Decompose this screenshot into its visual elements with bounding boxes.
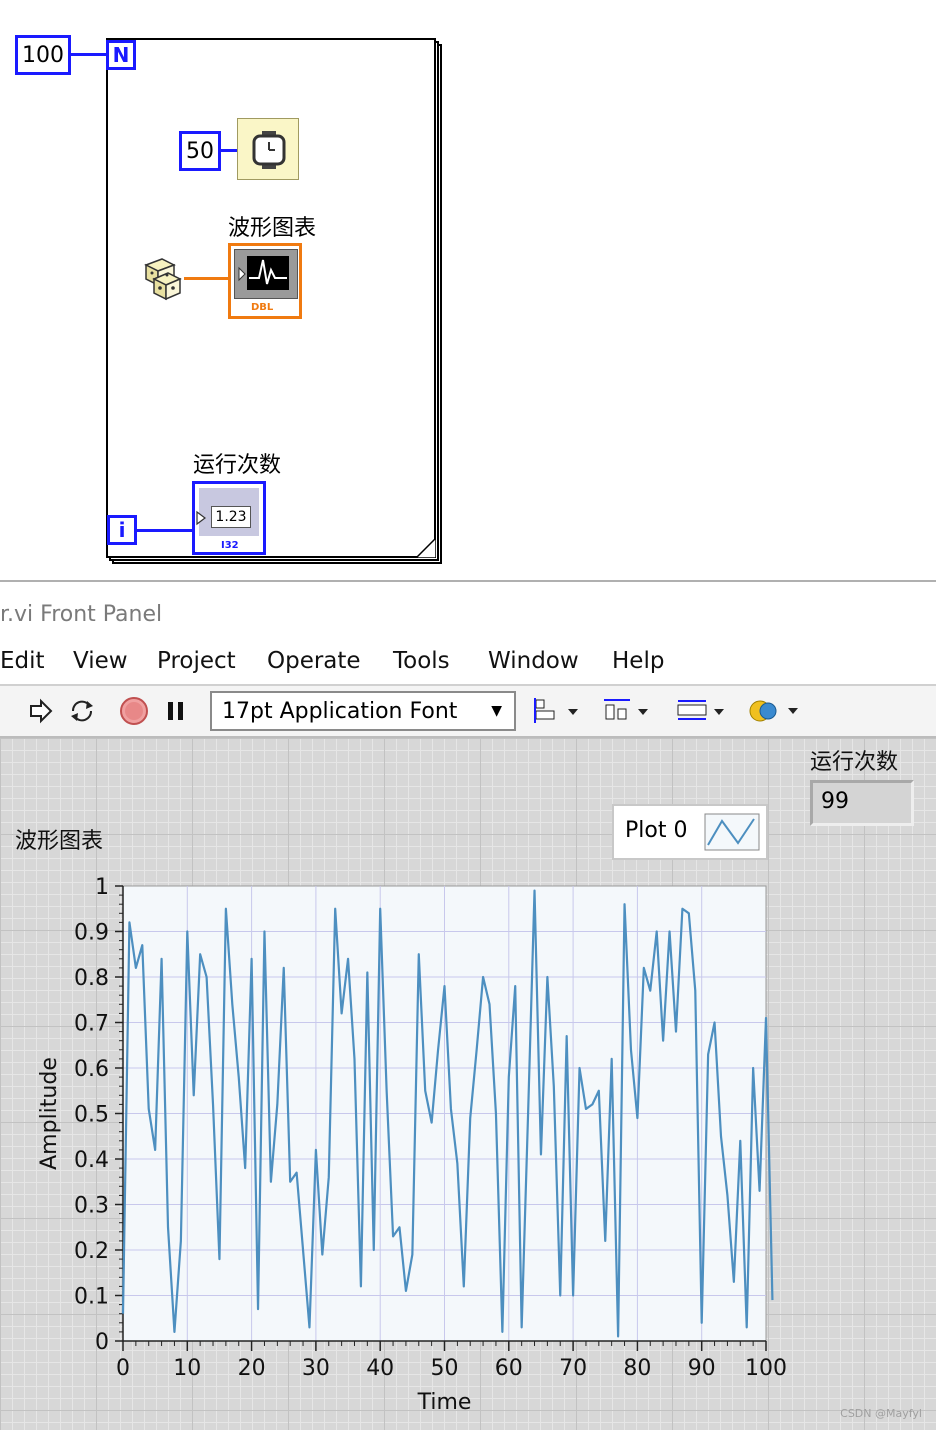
toolbar: 17pt Application Font ▼	[0, 686, 936, 738]
align-objects-button[interactable]	[534, 696, 580, 726]
font-selector-value: 17pt Application Font	[222, 698, 458, 724]
x-tick-label: 20	[238, 1356, 266, 1381]
distribute-objects-icon	[604, 699, 648, 720]
menu-bar: Edit View Project Operate Tools Window H…	[0, 642, 936, 686]
y-tick-label: 0.5	[74, 1103, 109, 1128]
resize-objects-button[interactable]	[676, 696, 726, 726]
distribute-objects-button[interactable]	[604, 696, 650, 726]
legend-plot-style-icon	[704, 813, 760, 851]
waveform-chart-icon	[238, 256, 289, 290]
random-number-dice-icon[interactable]	[140, 255, 186, 301]
y-tick-label: 0.4	[74, 1148, 109, 1173]
x-tick-label: 30	[302, 1356, 330, 1381]
x-tick-label: 70	[559, 1356, 587, 1381]
iteration-wire	[137, 529, 193, 532]
chart-terminal-screen	[234, 249, 298, 299]
menu-help[interactable]: Help	[612, 648, 664, 674]
run-continuously-button[interactable]	[66, 696, 98, 726]
loop-resize-corner-icon[interactable]	[416, 538, 436, 558]
terminal-input-arrow-icon	[196, 510, 206, 526]
resize-objects-icon	[677, 700, 724, 720]
loop-count-constant[interactable]: 100	[15, 35, 71, 75]
wait-ms-wire	[221, 149, 238, 152]
chart-terminal-label: 波形图表	[228, 216, 317, 241]
loop-count-terminal[interactable]: N	[106, 40, 136, 70]
watch-icon	[252, 131, 286, 169]
y-axis-label: Amplitude	[37, 1057, 62, 1170]
y-tick-label: 0.7	[74, 1012, 109, 1037]
waveform-chart-terminal[interactable]: DBL	[228, 243, 302, 319]
x-tick-label: 80	[623, 1356, 651, 1381]
y-tick-label: 1	[95, 875, 109, 900]
legend-plot-name: Plot 0	[625, 818, 688, 843]
count-numeric-indicator[interactable]: 99	[810, 780, 914, 826]
count-terminal-display: 1.23	[211, 506, 251, 528]
reorder-icon	[749, 700, 798, 722]
menu-view[interactable]: View	[73, 648, 128, 674]
x-tick-label: 0	[116, 1356, 130, 1381]
run-arrow-icon	[30, 698, 53, 724]
loop-count-wire	[71, 53, 107, 56]
menu-tools[interactable]: Tools	[393, 648, 450, 674]
x-tick-label: 10	[173, 1356, 201, 1381]
y-tick-label: 0.3	[74, 1194, 109, 1219]
x-tick-label: 60	[495, 1356, 523, 1381]
y-tick-label: 0.6	[74, 1057, 109, 1082]
block-diagram: 100 N 50 波形图表 DBL 运行次数 i 1.23 I32	[0, 0, 936, 580]
pause-button[interactable]	[160, 696, 192, 726]
menu-window[interactable]: Window	[488, 648, 579, 674]
x-tick-label: 50	[431, 1356, 459, 1381]
run-continuously-icon	[71, 700, 93, 722]
reorder-button[interactable]	[748, 696, 800, 726]
x-tick-label: 100	[745, 1356, 787, 1381]
x-axis-label: Time	[417, 1390, 472, 1415]
y-tick-label: 0	[95, 1330, 109, 1355]
stop-sign-icon	[120, 697, 148, 725]
front-panel-titlebar: r.vi Front Panel	[0, 580, 936, 642]
abort-button[interactable]	[118, 696, 150, 726]
count-indicator-terminal[interactable]: 1.23 I32	[192, 481, 266, 555]
watermark: CSDN @Mayfyl	[840, 1407, 922, 1420]
iteration-terminal[interactable]: i	[107, 515, 137, 545]
pause-icon	[168, 702, 183, 720]
align-objects-icon	[534, 698, 578, 723]
wait-ms-constant[interactable]: 50	[179, 131, 221, 171]
chevron-down-icon: ▼	[491, 703, 502, 719]
waveform-chart[interactable]: 00.10.20.30.40.50.60.70.80.910 10 20 30 40 50…	[0, 860, 936, 1430]
y-tick-label: 0.9	[74, 921, 109, 946]
y-tick-label: 0.8	[74, 966, 109, 991]
y-tick-label: 0.1	[74, 1285, 109, 1310]
window-title: r.vi Front Panel	[0, 602, 163, 627]
chart-terminal-type: DBL	[251, 302, 274, 313]
wait-ms-function[interactable]	[237, 118, 299, 180]
count-terminal-label: 运行次数	[193, 453, 282, 478]
y-tick-label: 0.2	[74, 1239, 109, 1264]
menu-project[interactable]: Project	[157, 648, 236, 674]
menu-operate[interactable]: Operate	[267, 648, 361, 674]
run-button[interactable]	[24, 696, 56, 726]
count-terminal-type: I32	[221, 540, 239, 551]
count-indicator-label: 运行次数	[810, 750, 899, 775]
x-tick-label: 90	[688, 1356, 716, 1381]
waveform-chart-label: 波形图表	[15, 829, 104, 854]
font-selector[interactable]: 17pt Application Font ▼	[210, 691, 516, 731]
x-tick-label: 40	[366, 1356, 394, 1381]
plot-legend[interactable]: Plot 0	[612, 804, 768, 860]
menu-edit[interactable]: Edit	[0, 648, 45, 674]
random-number-wire	[184, 277, 230, 280]
